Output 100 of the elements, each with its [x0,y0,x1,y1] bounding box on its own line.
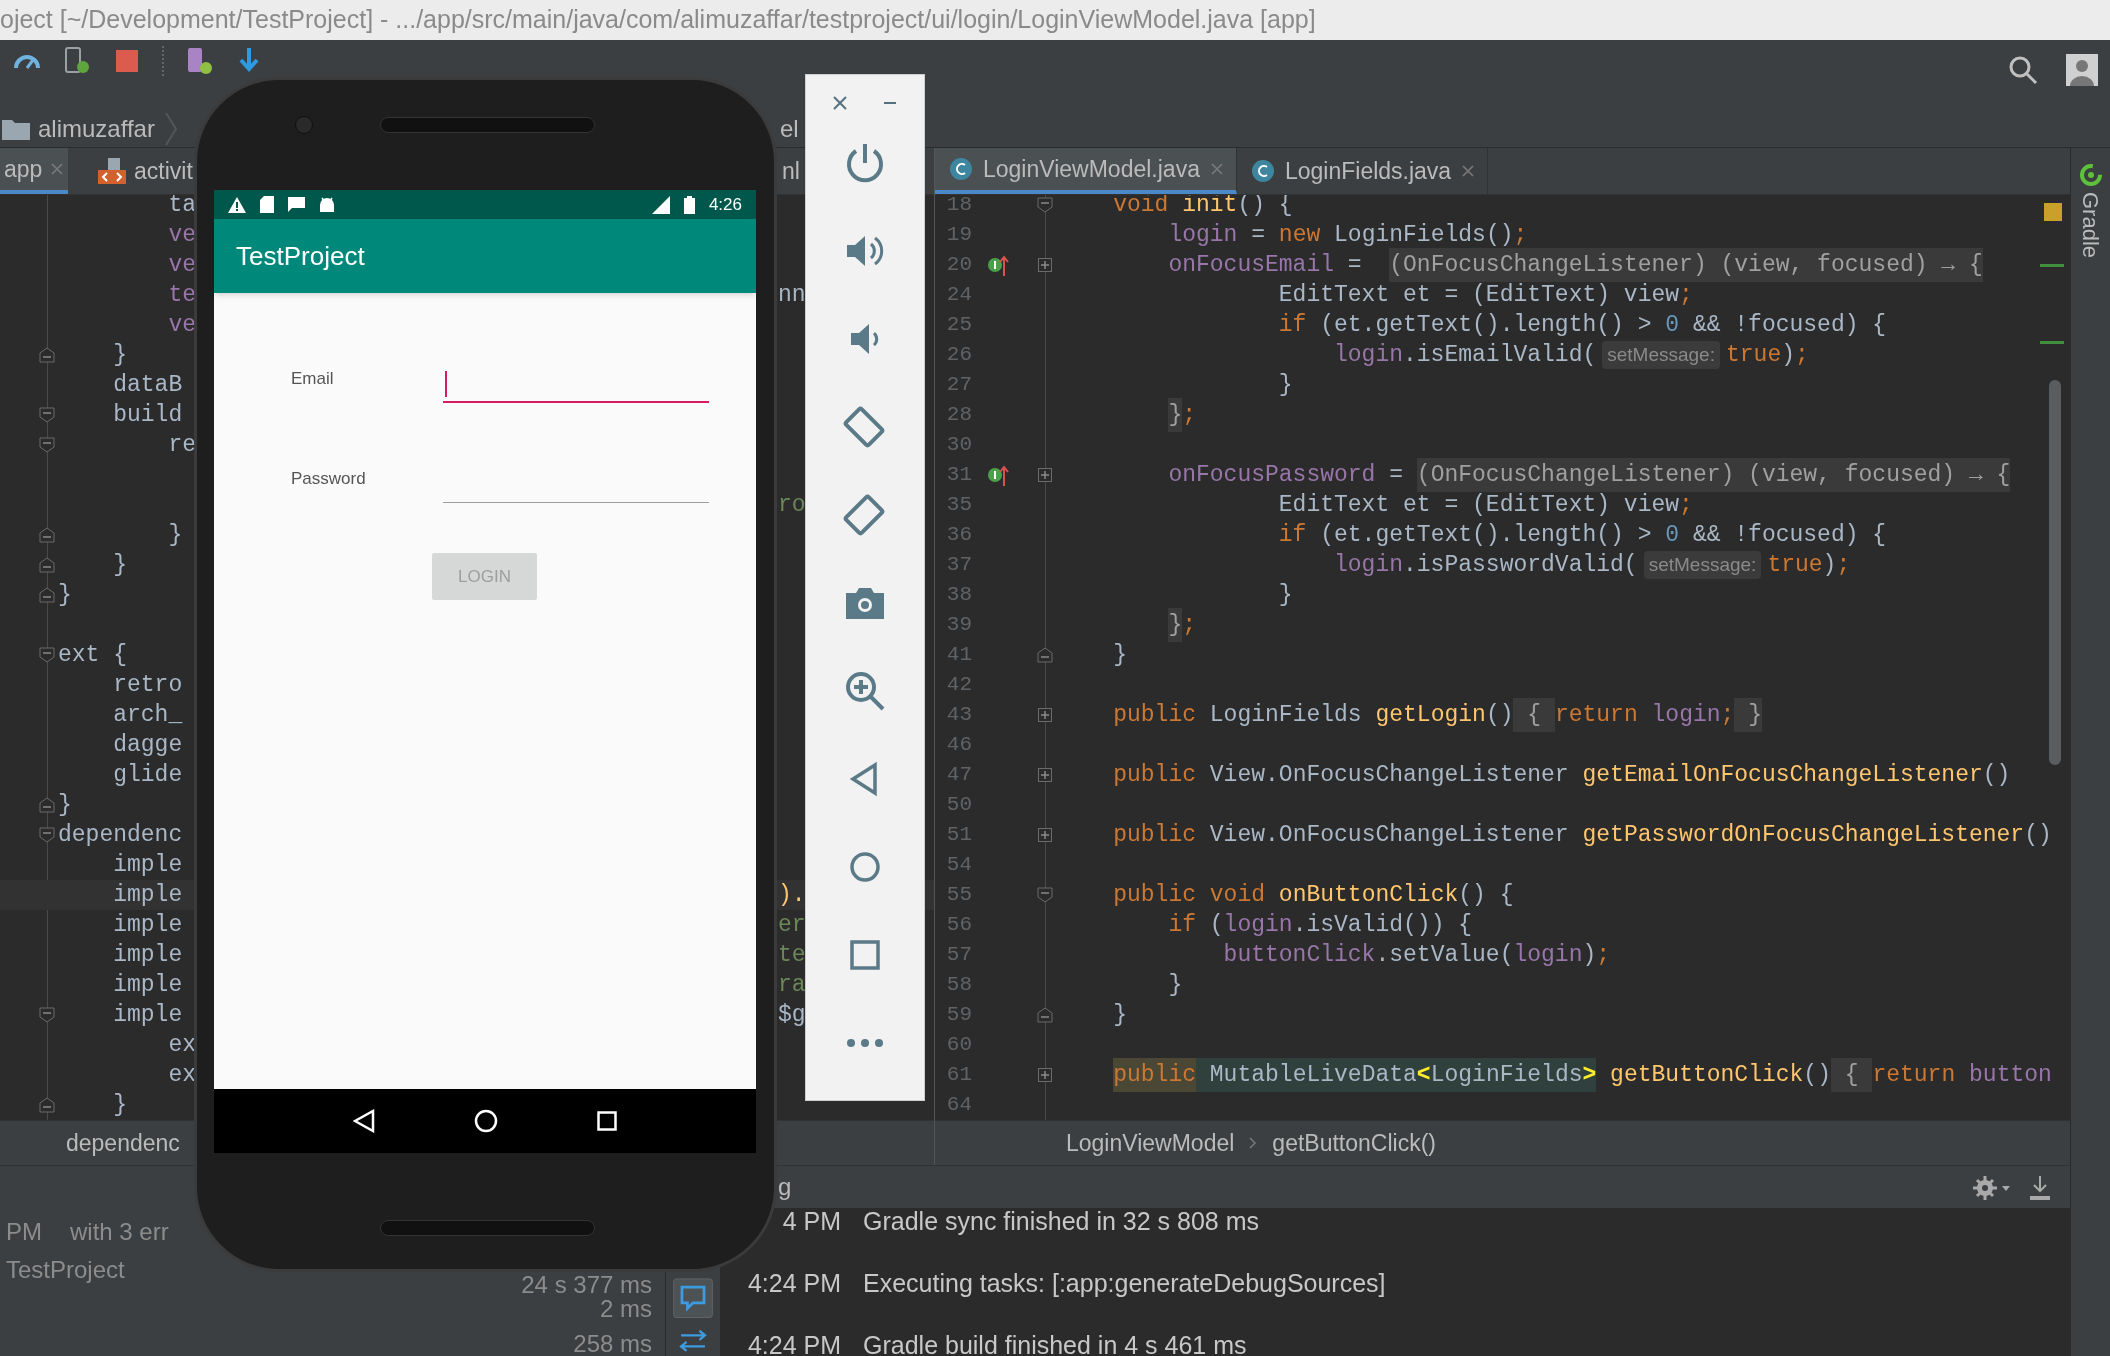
line-number: 56 [945,912,973,939]
code-line: nn [778,280,806,310]
tool-window-tab[interactable]: Gradle [2074,192,2107,259]
scrollbar-thumb[interactable] [2049,380,2061,765]
collapse-icon [1037,887,1053,903]
code-line: ro [778,490,806,520]
code-line: } [1278,580,1293,610]
change-marker[interactable] [2040,264,2064,267]
line-number: 37 [945,552,973,579]
collapse-icon [39,647,55,663]
overview-icon[interactable] [596,1111,617,1131]
change-marker[interactable] [2040,341,2064,344]
code-line: } [58,790,72,820]
line-number: 59 [945,1002,973,1029]
code-line: public LoginFields getLogin() { return login; } [1113,697,1762,733]
collapse-icon [39,587,55,603]
code-line: te [168,280,196,310]
editor-tab[interactable]: LoginFields.java [1236,148,1489,194]
code-line: ve [168,310,196,340]
code-line: ex [168,1030,196,1060]
code-line: imple [113,910,183,940]
breadcrumb-item[interactable]: dependenc [66,1125,180,1161]
code-line: EditText et = (EditText) view; [1278,280,1693,310]
line-number: 38 [945,582,973,609]
breadcrumb-item[interactable]: el [779,110,799,147]
code-line: public View.OnFocusChangeListener getEmailOnFocusChangeListener() [1113,760,2011,790]
log-time: 4:24 PM [746,1268,841,1300]
collapse-icon [39,527,55,543]
collapse-icon [39,557,55,573]
code-line: dataB [113,370,183,400]
editor-tab[interactable]: LoginViewModel.java [935,148,1237,194]
line-number: 58 [945,972,973,999]
settings-icon[interactable] [1972,1175,2012,1201]
breadcrumb-item[interactable]: getButtonClick() [1272,1125,1436,1161]
line-number: 47 [945,762,973,789]
code-line: login.isPasswordValid( setMessage: true); [1334,549,1851,582]
expand-icon [1037,467,1053,483]
code-line: } [168,520,183,550]
close-icon[interactable] [832,95,848,111]
editor-tab[interactable]: activit [94,148,197,194]
chat-icon[interactable] [671,1278,715,1319]
code-line: } [113,340,127,370]
rotate-left-icon[interactable] [843,405,887,449]
code-line: if (et.getText().length() > 0 && !focused) { [1278,520,1887,550]
code-line: er [778,910,806,940]
search-icon[interactable] [2008,55,2038,85]
breadcrumb-item[interactable]: LoginViewModel [1066,1125,1235,1161]
code-line: if (login.isValid()) { [1168,910,1473,940]
status-time: 4:26 [708,193,742,216]
warning-icon [228,196,246,213]
code-line: onFocusEmail = (OnFocusChangeListener) (view, focused) → { [1168,247,1983,283]
zoom-icon[interactable] [843,669,887,713]
rotate-right-icon[interactable] [843,493,887,537]
code-line: } [113,550,127,580]
line-number: 30 [945,432,973,459]
chevron-icon [164,111,177,146]
home-icon[interactable] [474,1109,498,1133]
close-icon [1461,164,1476,178]
expand-icon [1037,1067,1053,1083]
collapse-icon [39,1007,55,1023]
battery-icon [683,195,695,214]
code-line: imple [113,880,183,910]
line-number: 36 [945,522,973,549]
implements-icon [987,464,1009,486]
warning-marker[interactable] [2044,203,2062,221]
log-time: 4:24 PM [746,1330,841,1356]
code-line: public View.OnFocusChangeListener getPasswordOnFocusChangeListener() [1113,820,2052,850]
panel-title: g [778,1172,792,1202]
gradle-icon[interactable] [2077,162,2104,188]
download-icon[interactable] [2028,1174,2052,1202]
code-line: re [168,430,196,460]
message-icon [288,197,305,212]
collapse-icon [39,797,55,813]
line-number: 28 [945,402,973,429]
code-line: void init() { [1113,195,1293,220]
line-number: 31 [945,462,973,489]
code-line: } [1278,370,1293,400]
code-line: ve [168,250,196,280]
debug-icon[interactable] [62,46,92,76]
editor-tab[interactable]: nl [778,148,804,194]
collapse-icon [39,827,55,843]
duration-text: 2 ms [600,1297,652,1321]
back-icon[interactable] [353,1109,376,1133]
field-label: Password [291,467,367,490]
xml-file-icon [98,158,126,184]
code-line: $g [778,1000,806,1030]
editor-tab[interactable]: app [0,148,69,194]
code-line: buttonClick.setValue(login); [1223,940,1611,970]
tree-item-text: with 3 err [70,1220,169,1244]
tree-item-text: PM [6,1220,43,1244]
code-line: } [1113,640,1127,670]
code-line: onFocusPassword = (OnFocusChangeListener) (view, focused) → { [1168,457,2011,493]
window-title: oject [~/Development/TestProject] - .../app/src/main/java/com/alimuzaffar/testproject/ui/login/LoginViewModel.java [app] [0,4,1316,36]
breadcrumb-item[interactable]: alimuzaffar [38,110,155,147]
close-icon [1209,162,1224,176]
code-line: ra [778,970,806,1000]
avatar-icon[interactable] [2066,54,2098,86]
code-line: EditText et = (EditText) view; [1278,490,1693,520]
code-line: } [58,580,72,610]
duration-text: 258 ms [573,1332,652,1356]
